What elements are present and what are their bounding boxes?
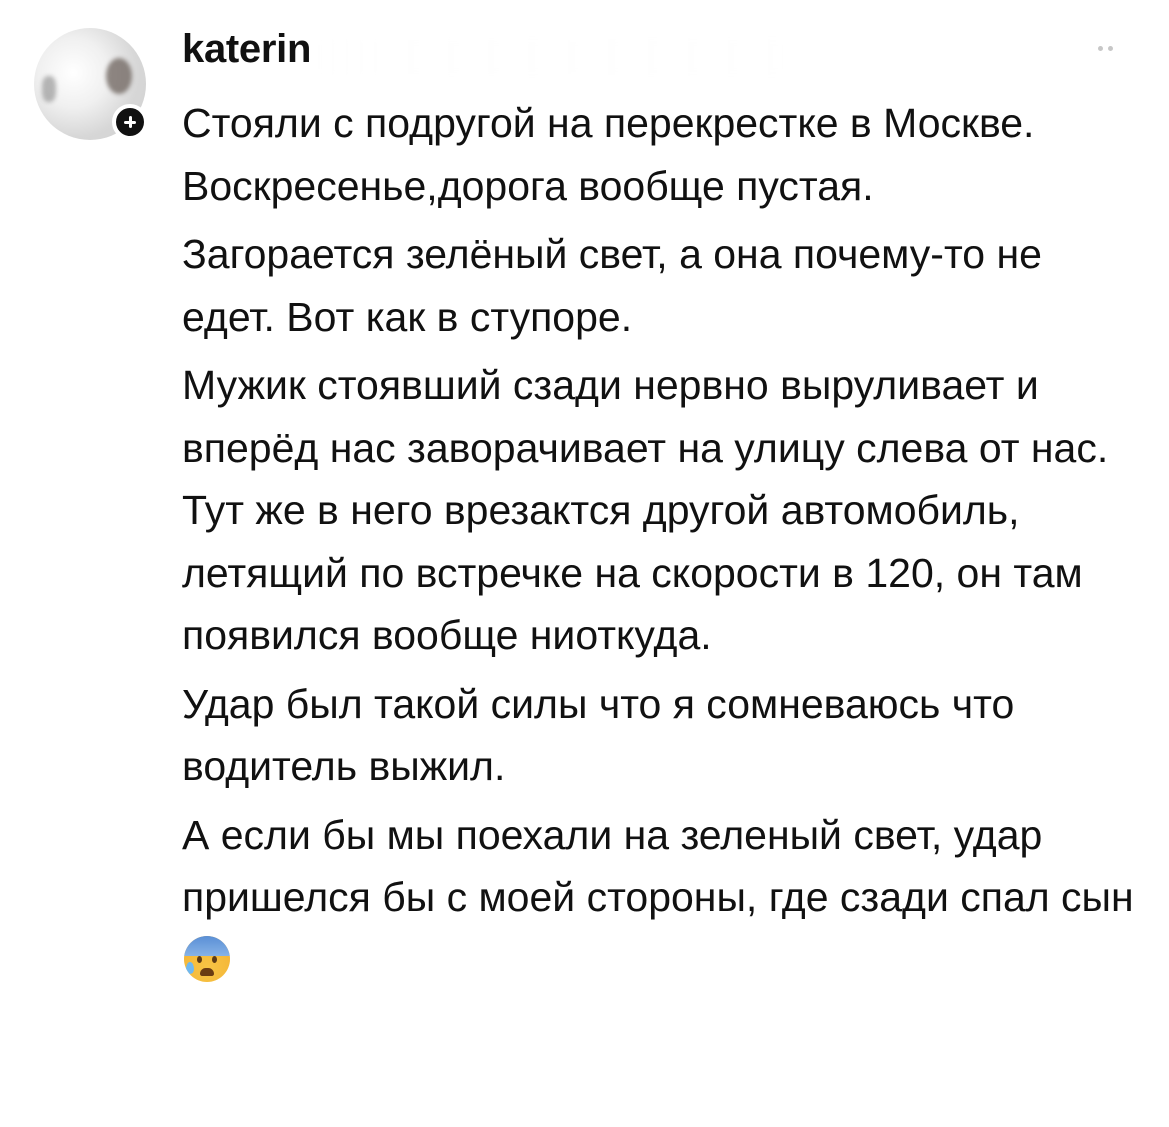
anxious-face-with-sweat-icon — [184, 935, 230, 982]
more-dot — [1098, 46, 1103, 51]
comment-body: Стояли с подругой на перекрестке в Москв… — [182, 92, 1142, 997]
username-redaction-blur — [318, 40, 788, 74]
emoji-eye — [197, 955, 202, 963]
comment-paragraph-last: А если бы мы поехали на зеленый свет, уд… — [182, 804, 1142, 992]
avatar-photo-detail — [42, 76, 56, 102]
comment-paragraph: Стояли с подругой на перекрестке в Москв… — [182, 100, 1035, 209]
comment-paragraph: Мужик стоявший сзади нервно выруливает и… — [182, 362, 1109, 658]
more-dot — [1108, 46, 1113, 51]
emoji-forehead — [184, 935, 230, 956]
avatar-container[interactable] — [34, 28, 148, 142]
comment-paragraph-text: А если бы мы поехали на зеленый свет, уд… — [182, 811, 1134, 921]
comment: katerin Стояли с подругой на перекрестке… — [0, 0, 1169, 1127]
username[interactable]: katerin — [182, 24, 311, 74]
comment-paragraph: Загорается зелёный свет, а она почему-то… — [182, 231, 1042, 340]
avatar-photo-detail — [106, 58, 132, 94]
emoji-mouth — [200, 967, 214, 976]
comment-paragraph: Удар был такой силы что я сомневаюсь что… — [182, 680, 1015, 790]
emoji-eye — [212, 955, 217, 963]
emoji-sweat-drop — [186, 961, 194, 974]
more-dots-icon[interactable] — [1096, 44, 1120, 54]
plus-icon[interactable] — [112, 104, 148, 140]
